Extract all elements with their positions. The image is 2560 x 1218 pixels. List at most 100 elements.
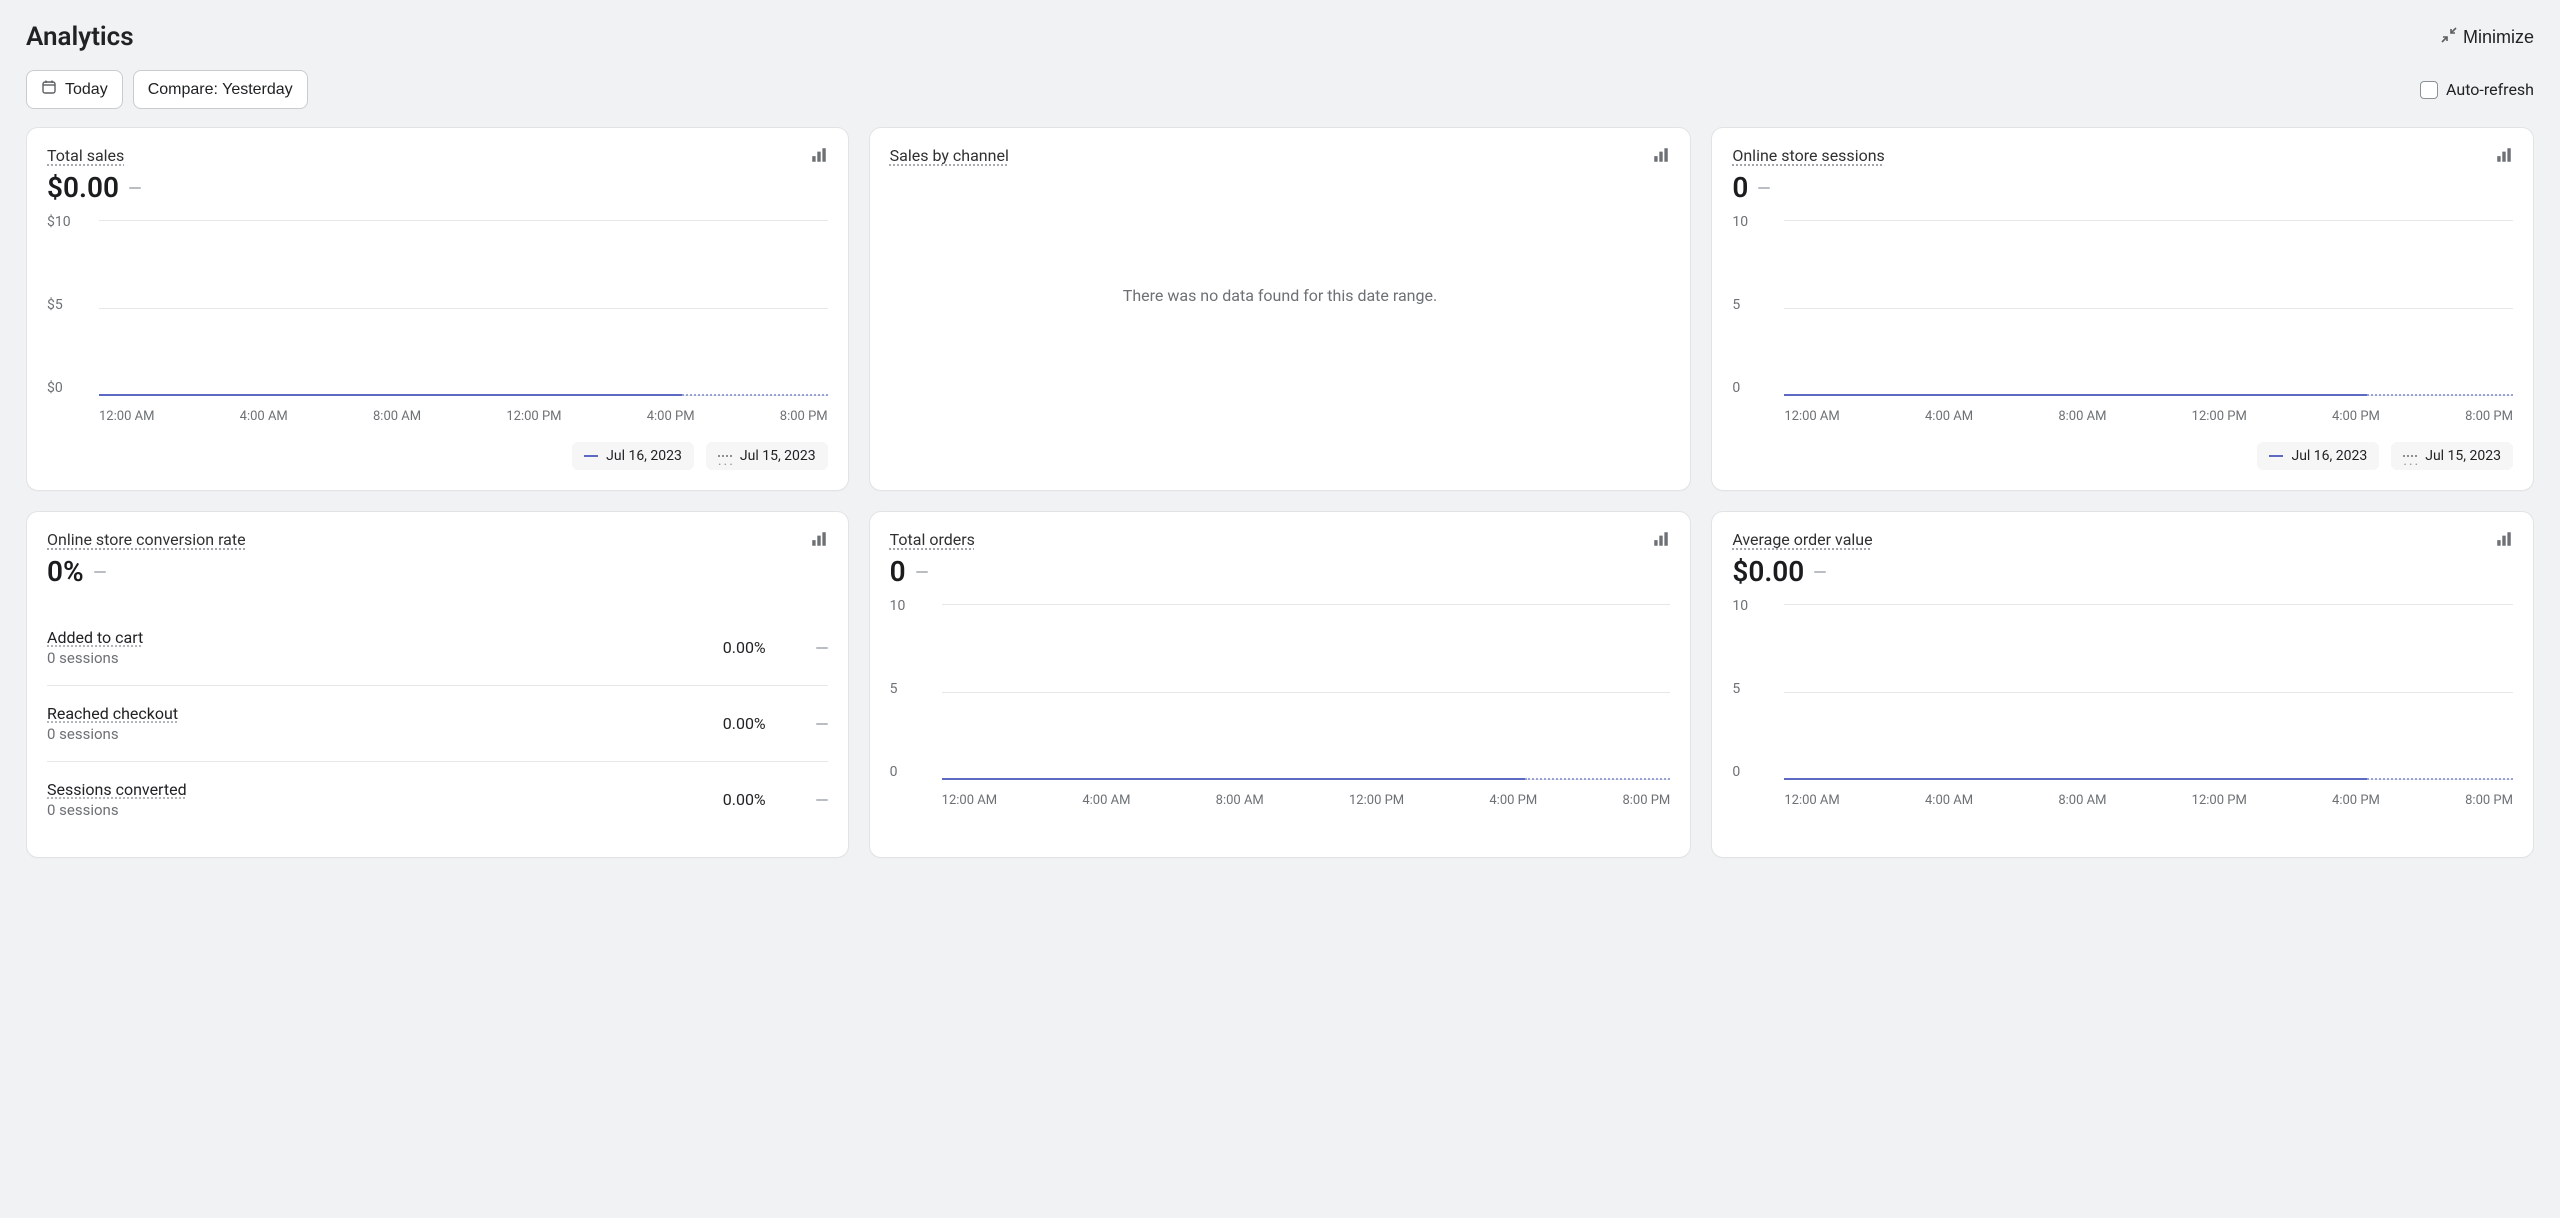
chart: 10 5 0 12:00 AM 4:00 AM 8:00 AM 12:00 PM xyxy=(1732,598,2513,808)
x-tick: 8:00 AM xyxy=(2058,409,2106,424)
card-title[interactable]: Total sales xyxy=(47,146,124,165)
x-tick: 4:00 AM xyxy=(240,409,288,424)
series-previous xyxy=(1525,778,1671,780)
minimize-button[interactable]: Minimize xyxy=(2441,27,2534,48)
series-current xyxy=(1784,778,2367,780)
y-tick: $0 xyxy=(47,380,91,396)
x-tick: 8:00 AM xyxy=(2058,793,2106,808)
y-tick: 10 xyxy=(1732,214,1776,230)
x-tick: 8:00 PM xyxy=(2465,793,2513,808)
legend-swatch-solid-icon xyxy=(584,455,598,457)
card-title[interactable]: Average order value xyxy=(1732,530,1872,549)
calendar-icon xyxy=(41,79,57,100)
card-title[interactable]: Total orders xyxy=(890,530,975,549)
x-tick: 12:00 AM xyxy=(1784,793,1839,808)
funnel-step-label[interactable]: Reached checkout xyxy=(47,704,178,723)
x-tick: 12:00 PM xyxy=(506,409,561,424)
trend-neutral-icon xyxy=(1814,571,1826,573)
legend-current[interactable]: Jul 16, 2023 xyxy=(572,442,694,470)
legend-label: Jul 15, 2023 xyxy=(2425,448,2501,464)
series-current xyxy=(1784,394,2367,396)
x-tick: 12:00 AM xyxy=(1784,409,1839,424)
card-online-store-sessions: Online store sessions 0 10 5 0 xyxy=(1711,127,2534,491)
x-tick: 12:00 PM xyxy=(1349,793,1404,808)
chart: 10 5 0 12:00 AM 4:00 AM 8:00 AM 12:00 PM xyxy=(1732,214,2513,424)
x-tick: 12:00 PM xyxy=(2192,409,2247,424)
trend-neutral-icon xyxy=(816,723,828,725)
metric-value: $0.00 xyxy=(47,171,119,204)
y-tick: 0 xyxy=(890,764,934,780)
x-tick: 4:00 PM xyxy=(2332,409,2380,424)
legend-label: Jul 16, 2023 xyxy=(2291,448,2367,464)
x-tick: 8:00 PM xyxy=(1622,793,1670,808)
minimize-icon xyxy=(2441,27,2457,48)
card-total-orders: Total orders 0 10 5 0 xyxy=(869,511,1692,858)
x-tick: 12:00 AM xyxy=(942,793,997,808)
legend-swatch-dotted-icon: ··· xyxy=(2403,455,2417,457)
chart: 10 5 0 12:00 AM 4:00 AM 8:00 AM 12:00 PM xyxy=(890,598,1671,808)
bar-chart-icon[interactable] xyxy=(2495,530,2513,548)
date-range-button[interactable]: Today xyxy=(26,70,123,109)
x-tick: 4:00 AM xyxy=(1082,793,1130,808)
legend-label: Jul 16, 2023 xyxy=(606,448,682,464)
bar-chart-icon[interactable] xyxy=(810,146,828,164)
x-tick: 4:00 AM xyxy=(1925,793,1973,808)
compare-label: Compare: Yesterday xyxy=(148,81,293,99)
auto-refresh-checkbox[interactable] xyxy=(2420,81,2438,99)
funnel-step-label[interactable]: Sessions converted xyxy=(47,780,187,799)
metric-value: 0 xyxy=(1732,171,1748,204)
bar-chart-icon[interactable] xyxy=(1652,530,1670,548)
y-tick: 0 xyxy=(1732,764,1776,780)
chart: $10 $5 $0 12:00 AM 4:00 AM 8:00 AM 12:00… xyxy=(47,214,828,424)
metric-value: 0 xyxy=(890,555,906,588)
funnel-step-pct: 0.00% xyxy=(723,638,766,657)
compare-button[interactable]: Compare: Yesterday xyxy=(133,70,308,109)
y-tick: 5 xyxy=(1732,297,1776,313)
card-average-order-value: Average order value $0.00 10 5 0 xyxy=(1711,511,2534,858)
legend-swatch-solid-icon xyxy=(2269,455,2283,457)
funnel-step-pct: 0.00% xyxy=(723,714,766,733)
funnel-step-sessions: 0 sessions xyxy=(47,801,187,819)
funnel-step-reached-checkout: Reached checkout 0 sessions 0.00% xyxy=(47,685,828,761)
minimize-label: Minimize xyxy=(2463,27,2534,48)
y-tick: 0 xyxy=(1732,380,1776,396)
auto-refresh-toggle[interactable]: Auto-refresh xyxy=(2420,80,2534,99)
trend-neutral-icon xyxy=(816,647,828,649)
x-tick: 4:00 PM xyxy=(1489,793,1537,808)
funnel-step-label[interactable]: Added to cart xyxy=(47,628,143,647)
series-current xyxy=(99,394,682,396)
card-title[interactable]: Online store sessions xyxy=(1732,146,1884,165)
card-total-sales: Total sales $0.00 $10 $5 $0 xyxy=(26,127,849,491)
empty-state-message: There was no data found for this date ra… xyxy=(890,165,1671,425)
funnel-step-pct: 0.00% xyxy=(723,790,766,809)
page-title: Analytics xyxy=(26,22,134,52)
metric-value: 0% xyxy=(47,555,84,588)
legend-current[interactable]: Jul 16, 2023 xyxy=(2257,442,2379,470)
trend-neutral-icon xyxy=(94,571,106,573)
card-title[interactable]: Online store conversion rate xyxy=(47,530,246,549)
funnel-step-sessions-converted: Sessions converted 0 sessions 0.00% xyxy=(47,761,828,837)
y-tick: 5 xyxy=(1732,681,1776,697)
legend-previous[interactable]: ··· Jul 15, 2023 xyxy=(2391,442,2513,470)
series-current xyxy=(942,778,1525,780)
legend-label: Jul 15, 2023 xyxy=(740,448,816,464)
series-previous xyxy=(2367,778,2513,780)
funnel-step-sessions: 0 sessions xyxy=(47,649,143,667)
auto-refresh-label: Auto-refresh xyxy=(2446,80,2534,99)
date-range-label: Today xyxy=(65,81,108,99)
legend-swatch-dotted-icon: ··· xyxy=(718,455,732,457)
legend-previous[interactable]: ··· Jul 15, 2023 xyxy=(706,442,828,470)
x-tick: 8:00 PM xyxy=(780,409,828,424)
y-tick: $5 xyxy=(47,297,91,313)
bar-chart-icon[interactable] xyxy=(2495,146,2513,164)
x-tick: 8:00 AM xyxy=(373,409,421,424)
series-previous xyxy=(2367,394,2513,396)
bar-chart-icon[interactable] xyxy=(1652,146,1670,164)
trend-neutral-icon xyxy=(816,799,828,801)
card-title[interactable]: Sales by channel xyxy=(890,146,1009,165)
y-tick: 5 xyxy=(890,681,934,697)
x-tick: 8:00 PM xyxy=(2465,409,2513,424)
x-tick: 4:00 PM xyxy=(647,409,695,424)
y-tick: $10 xyxy=(47,214,91,230)
bar-chart-icon[interactable] xyxy=(810,530,828,548)
